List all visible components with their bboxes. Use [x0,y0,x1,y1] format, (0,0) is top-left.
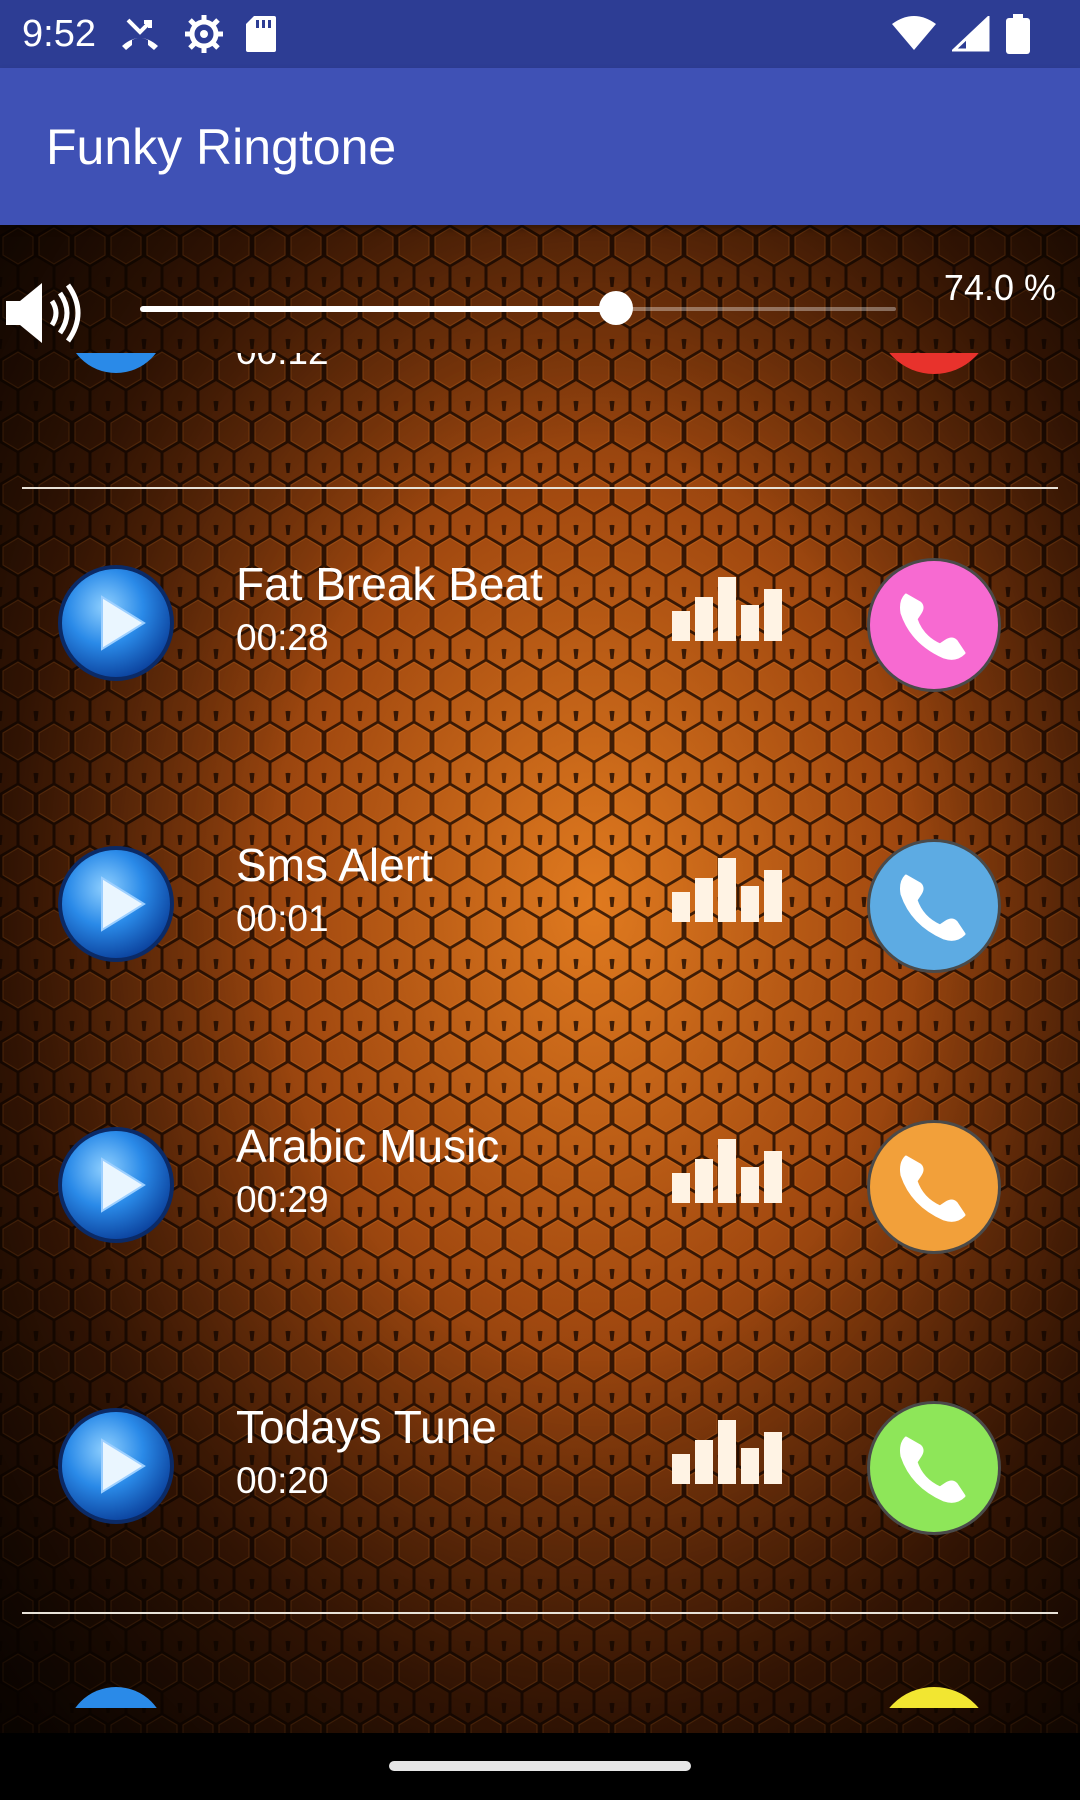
list-item[interactable]: Todays Tune 00:20 [0,1350,1080,1631]
play-icon[interactable] [66,1687,166,1708]
equalizer-icon[interactable] [672,1420,782,1484]
set-ringtone-icon[interactable] [866,557,1002,693]
signal-icon [952,16,990,52]
home-gesture-pill[interactable] [389,1761,691,1771]
set-ringtone-icon[interactable] [866,838,1002,974]
list-item[interactable]: Arabic Music 00:29 [0,1069,1080,1350]
track-duration: 00:12 [236,353,329,373]
play-icon[interactable] [56,563,176,683]
track-title: Fat Break Beat [236,558,543,610]
track-title: Arabic Music [236,1120,500,1172]
track-title: Sms Alert [236,839,433,891]
volume-slider[interactable] [140,291,896,325]
equalizer-icon[interactable] [672,858,782,922]
missed-call-icon [121,18,158,50]
status-time: 9:52 [22,12,96,55]
slider-fill [140,306,616,312]
list-item-partial-bottom[interactable] [0,1687,1080,1708]
volume-control: 74.0 % [0,263,1080,353]
wifi-icon [892,16,936,50]
equalizer-icon[interactable] [672,577,782,641]
play-icon[interactable] [56,844,176,964]
volume-percent: 74.0 % [943,267,1056,308]
divider [22,487,1058,489]
play-icon[interactable] [56,1406,176,1526]
battery-icon [1006,14,1030,54]
divider [22,1612,1058,1614]
sd-card-icon [245,16,276,52]
list-item[interactable]: Fat Break Beat 00:28 [0,507,1080,788]
app-bar: Funky Ringtone [0,68,1080,225]
settings-gear-icon [184,15,223,53]
track-duration: 00:01 [236,898,329,939]
set-ringtone-icon[interactable] [866,1400,1002,1536]
play-icon[interactable] [56,1125,176,1245]
play-icon[interactable] [66,353,166,378]
equalizer-icon[interactable] [672,1139,782,1203]
slider-thumb[interactable] [598,291,633,325]
app-title: Funky Ringtone [46,119,397,175]
navigation-bar [0,1733,1080,1800]
speaker-volume-icon[interactable] [2,271,86,355]
ringtone-content[interactable]: 74.0 % 00:12 Fat Break Beat 00:28 [0,225,1080,1733]
track-title: Todays Tune [236,1401,497,1453]
track-duration: 00:28 [236,617,329,658]
list-item-partial-top[interactable]: 00:12 [0,353,1080,378]
set-ringtone-icon[interactable] [866,1119,1002,1255]
list-item[interactable]: Sms Alert 00:01 [0,788,1080,1069]
set-ringtone-icon[interactable] [876,353,992,378]
track-duration: 00:20 [236,1460,329,1501]
track-duration: 00:29 [236,1179,329,1220]
set-ringtone-icon[interactable] [876,1687,992,1708]
status-bar: 9:52 [0,0,1080,68]
